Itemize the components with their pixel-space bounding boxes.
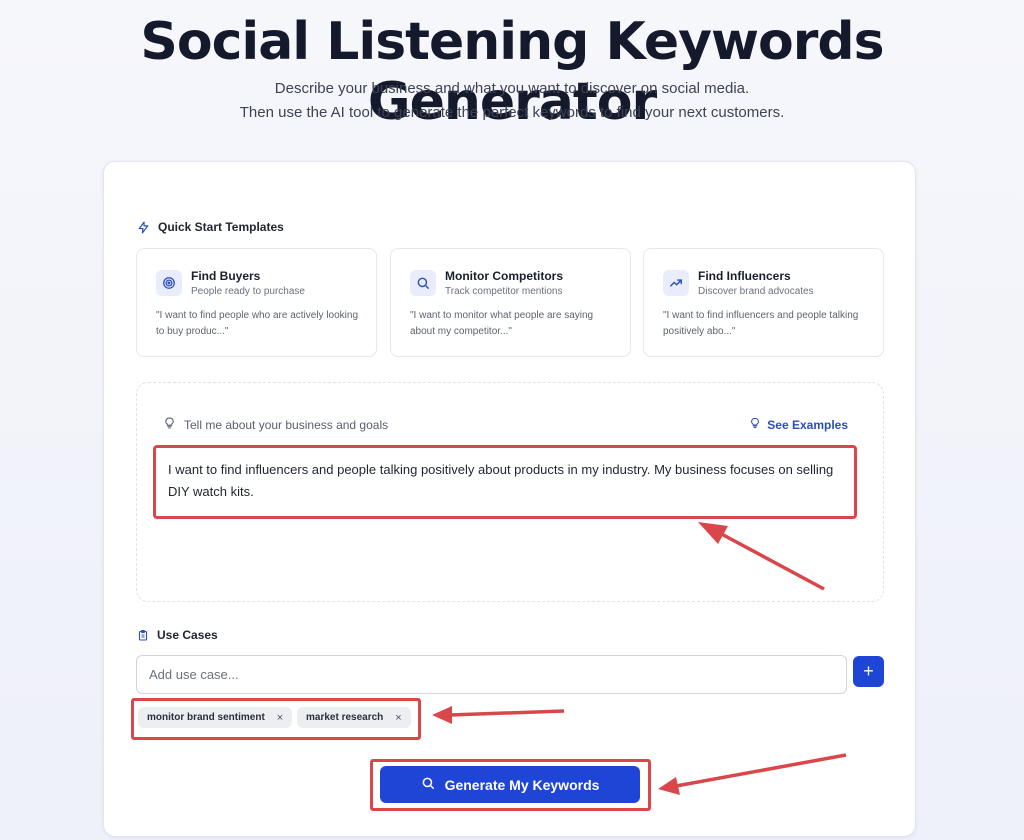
subtitle-line-2: Then use the AI tool to generate the per…	[239, 104, 785, 121]
goals-label: Tell me about your business and goals	[163, 416, 388, 433]
template-subtitle: Discover brand advocates	[698, 286, 814, 297]
target-icon	[156, 270, 182, 296]
lightbulb-icon	[749, 416, 761, 433]
trending-up-icon	[663, 270, 689, 296]
lightning-icon	[137, 220, 150, 234]
use-case-input[interactable]	[136, 655, 847, 694]
tag-label: monitor brand sentiment	[147, 712, 265, 723]
goals-label-text: Tell me about your business and goals	[184, 417, 389, 432]
lightbulb-icon	[163, 416, 176, 433]
add-use-case-button[interactable]: +	[853, 656, 884, 687]
template-quote: "I want to find people who are actively …	[156, 310, 359, 337]
search-icon	[421, 776, 435, 793]
remove-tag-icon[interactable]: ×	[395, 712, 401, 724]
subtitle-line-1: Describe your business and what you want…	[274, 80, 750, 97]
quick-start-heading-label: Quick Start Templates	[158, 220, 284, 234]
template-quote: "I want to monitor what people are sayin…	[410, 310, 594, 337]
template-monitor-competitors[interactable]: Monitor Competitors Track competitor men…	[390, 248, 631, 357]
remove-tag-icon[interactable]: ×	[277, 712, 283, 724]
tag-label: market research	[306, 712, 384, 723]
use-case-tag: monitor brand sentiment ×	[138, 707, 293, 728]
template-subtitle: Track competitor mentions	[445, 286, 563, 297]
generate-keywords-label: Generate My Keywords	[444, 776, 600, 793]
see-examples-label: See Examples	[767, 417, 848, 432]
template-find-buyers[interactable]: Find Buyers People ready to purchase "I …	[136, 248, 377, 357]
use-case-tag: market research ×	[297, 707, 411, 728]
clipboard-icon	[137, 629, 149, 642]
quick-start-heading: Quick Start Templates	[137, 220, 284, 234]
template-title: Find Buyers	[191, 269, 261, 283]
template-quote: "I want to find influencers and people t…	[663, 310, 859, 337]
template-title: Find Influencers	[698, 269, 791, 283]
search-icon	[410, 270, 436, 296]
template-title: Monitor Competitors	[445, 269, 563, 283]
use-cases-heading: Use Cases	[137, 628, 218, 642]
see-examples-link[interactable]: See Examples	[749, 416, 848, 433]
use-cases-heading-label: Use Cases	[157, 628, 218, 642]
template-subtitle: People ready to purchase	[191, 286, 305, 297]
generator-card: Quick Start Templates Find Buyers People…	[103, 161, 916, 837]
generate-keywords-button[interactable]: Generate My Keywords	[380, 766, 640, 803]
template-find-influencers[interactable]: Find Influencers Discover brand advocate…	[643, 248, 884, 357]
goals-textarea[interactable]: I want to find influencers and people ta…	[153, 445, 857, 519]
